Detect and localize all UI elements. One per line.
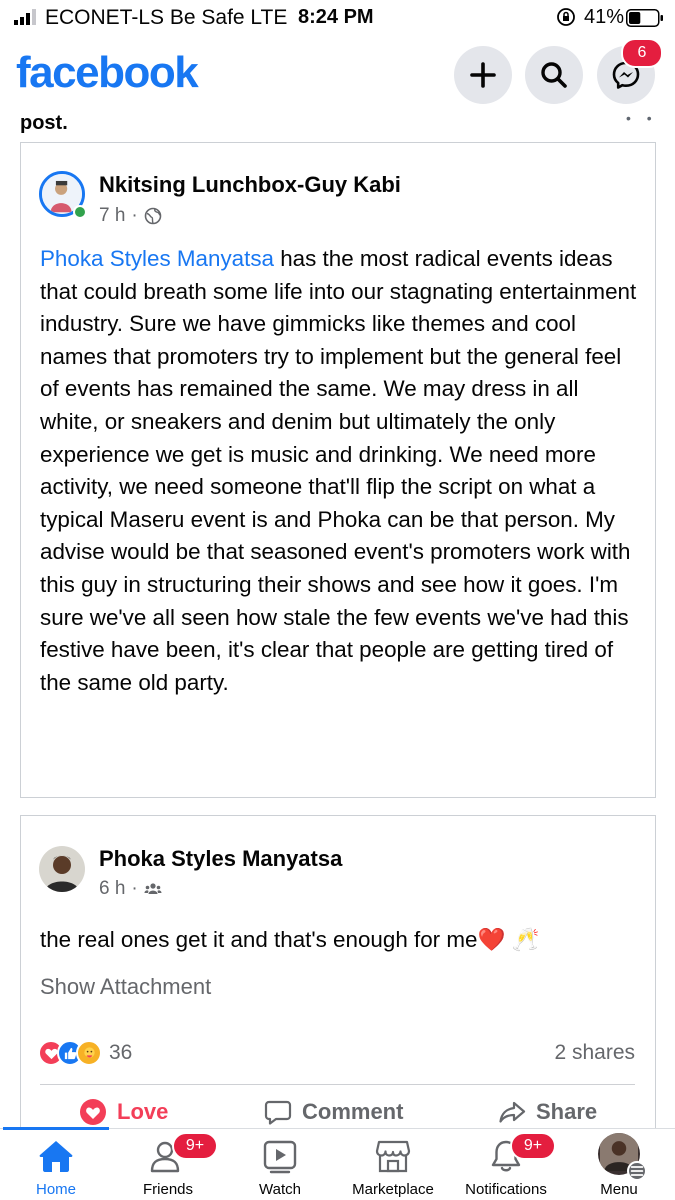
tab-notifications[interactable]: 9+ Notifications (446, 1132, 566, 1198)
rotation-lock-icon (557, 8, 575, 26)
post-meta: 7 h · (99, 205, 162, 227)
shared-post-card: Nkitsing Lunchbox-Guy Kabi 7 h · Phoka S… (20, 142, 656, 798)
comment-button[interactable]: Comment (264, 1098, 403, 1126)
comment-icon (264, 1100, 292, 1125)
post-time[interactable]: 6 h (99, 878, 125, 900)
search-icon (541, 62, 567, 88)
mention-link[interactable]: Phoka Styles Manyatsa (40, 246, 274, 271)
active-tab-indicator (3, 1127, 109, 1130)
post-meta: 6 h · (99, 878, 162, 900)
post-body: the real ones get it and that's enough f… (40, 927, 540, 952)
battery-percent: 41% (584, 6, 625, 28)
tab-label: Marketplace (352, 1181, 434, 1198)
clock: 8:24 PM (298, 6, 374, 28)
tab-label: Notifications (465, 1181, 547, 1198)
online-status-dot (73, 205, 87, 219)
love-icon (80, 1099, 106, 1125)
facebook-logo[interactable]: facebook (16, 48, 199, 98)
marketplace-icon (375, 1140, 411, 1173)
tab-friends[interactable]: 9+ Friends (108, 1132, 228, 1198)
show-attachment-link[interactable]: Show Attachment (40, 974, 211, 1000)
tab-label: Home (35, 1181, 76, 1198)
home-icon (39, 1141, 73, 1172)
carrier-label: ECONET-LS Be Safe LTE (45, 6, 288, 29)
truncated-text: post. (20, 112, 68, 134)
tab-marketplace[interactable]: Marketplace (333, 1135, 453, 1198)
share-label: Share (536, 1099, 598, 1124)
tab-menu[interactable]: Menu (559, 1133, 675, 1198)
post-card: Phoka Styles Manyatsa 6 h · the real one… (20, 815, 656, 1135)
share-count[interactable]: 2 shares (554, 1041, 635, 1065)
post-body: Phoka Styles Manyatsa has the most radic… (40, 243, 640, 699)
reaction-count: 36 (109, 1041, 133, 1064)
messenger-badge: 6 (621, 38, 663, 68)
friends-badge: 9+ (172, 1132, 218, 1160)
divider (40, 1084, 635, 1085)
app-header: facebook 6 (0, 36, 675, 108)
care-reaction-icon (76, 1040, 102, 1066)
separator-dot: · (131, 205, 138, 226)
notifications-badge: 9+ (510, 1132, 556, 1160)
group-icon (144, 883, 162, 894)
comment-label: Comment (302, 1099, 404, 1124)
separator-dot: · (131, 878, 138, 899)
tab-label: Friends (142, 1181, 194, 1198)
love-label: Love (117, 1099, 169, 1124)
status-bar: ECONET-LS Be Safe LTE 8:24 PM 41% (0, 0, 675, 36)
love-button[interactable]: Love (79, 1098, 168, 1126)
search-button[interactable] (525, 46, 583, 104)
tab-label: Menu (600, 1181, 638, 1198)
signal-icon (14, 9, 36, 25)
more-options-icon[interactable]: • • (626, 110, 658, 126)
post-time[interactable]: 7 h (99, 205, 125, 227)
avatar[interactable] (39, 846, 85, 892)
post-body-text: has the most radical events ideas that c… (40, 246, 637, 695)
globe-icon (144, 207, 162, 225)
menu-icon (627, 1161, 647, 1181)
reaction-summary[interactable]: 36 (38, 1040, 132, 1066)
create-button[interactable] (454, 46, 512, 104)
watch-icon (263, 1140, 297, 1174)
post-author[interactable]: Phoka Styles Manyatsa (99, 846, 342, 872)
tab-label: Watch (259, 1181, 301, 1198)
messenger-button[interactable]: 6 (597, 38, 663, 104)
bottom-tab-bar: Home 9+ Friends Watch Marketplace 9+ Not… (0, 1127, 675, 1200)
battery-icon (626, 9, 663, 27)
post-author[interactable]: Nkitsing Lunchbox-Guy Kabi (99, 172, 401, 198)
share-button[interactable]: Share (498, 1098, 597, 1126)
share-icon (499, 1101, 526, 1123)
plus-icon (470, 62, 496, 88)
tab-home[interactable]: Home (0, 1135, 116, 1198)
tab-watch[interactable]: Watch (220, 1135, 340, 1198)
